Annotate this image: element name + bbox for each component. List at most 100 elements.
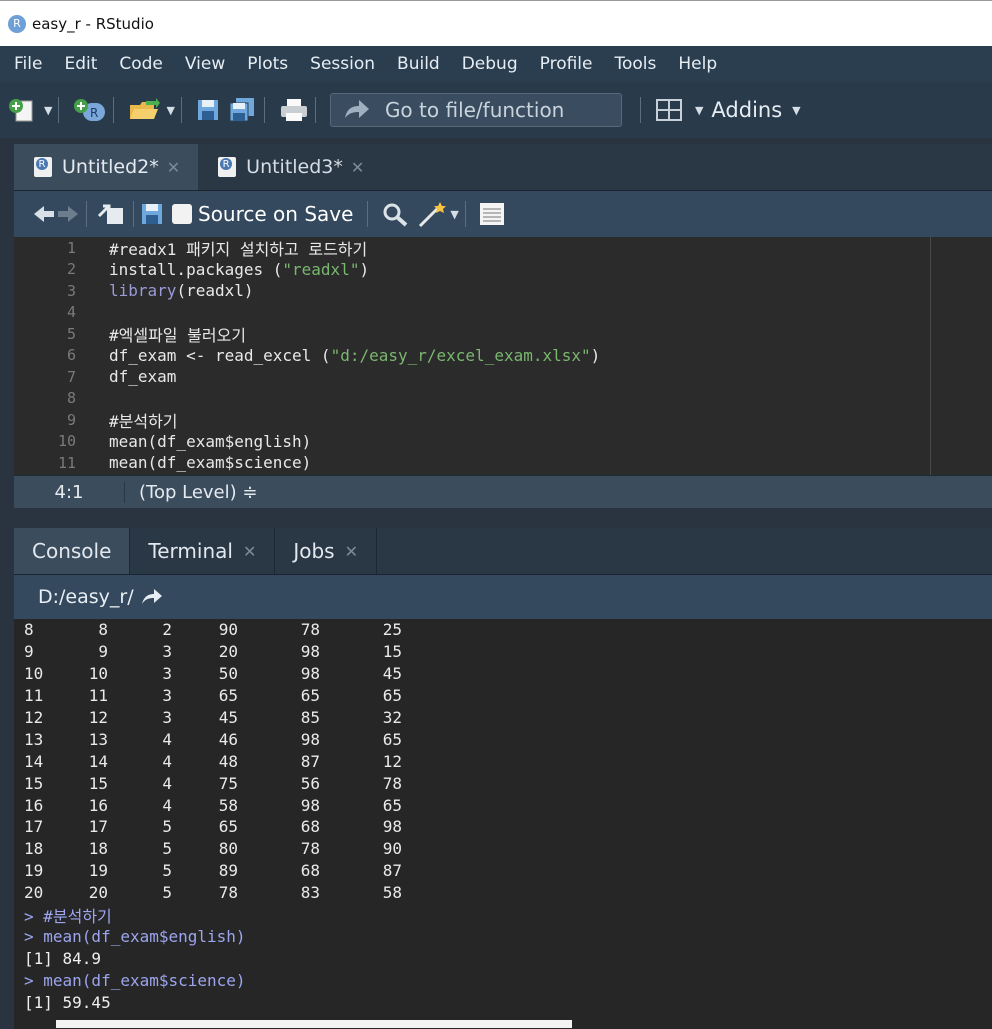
menu-file[interactable]: File — [14, 54, 42, 74]
pane-layout-button[interactable]: ▼ — [655, 98, 703, 122]
table-cell: 78 — [300, 620, 320, 640]
table-cell: 56 — [300, 773, 320, 793]
code-text: #readx1 패키지 설치하고 로드하기 — [109, 239, 368, 259]
table-cell: 18 — [88, 839, 108, 859]
table-cell: 19 — [24, 861, 44, 881]
chevron-down-icon: ▼ — [694, 103, 704, 117]
new-file-button[interactable]: ▼ — [8, 97, 52, 123]
code-editor[interactable]: 1 #readx1 패키지 설치하고 로드하기 2 install.packages … — [14, 237, 992, 475]
line-number: 8 — [66, 389, 76, 408]
magic-wand-icon[interactable] — [416, 200, 450, 228]
menu-plots[interactable]: Plots — [247, 54, 288, 74]
menu-profile[interactable]: Profile — [540, 54, 593, 74]
table-cell: 9 — [98, 642, 108, 662]
table-cell: 18 — [24, 839, 44, 859]
print-button[interactable] — [279, 97, 309, 123]
console-tabs: Console Terminal ✕ Jobs ✕ — [14, 528, 992, 575]
menu-edit[interactable]: Edit — [64, 54, 97, 74]
addins-menu[interactable]: Addins — [711, 98, 782, 122]
save-button[interactable] — [196, 98, 220, 122]
close-icon[interactable]: ✕ — [167, 158, 180, 177]
table-cell: 20 — [88, 883, 108, 903]
open-file-button[interactable]: ▼ — [128, 97, 175, 123]
table-cell: 12 — [24, 708, 44, 727]
margin-guide — [930, 237, 931, 475]
table-cell: 14 — [24, 751, 44, 771]
table-cell: 68 — [300, 817, 320, 837]
table-cell: 5 — [162, 861, 172, 881]
table-cell: 4 — [162, 773, 172, 793]
tab-label: Terminal — [148, 539, 233, 563]
console-command: > mean(df_exam$english) — [24, 926, 246, 946]
search-icon[interactable] — [380, 201, 410, 227]
tab-terminal[interactable]: Terminal ✕ — [130, 528, 276, 574]
divider — [263, 97, 265, 123]
tab-jobs[interactable]: Jobs ✕ — [275, 528, 377, 574]
scope-selector[interactable]: (Top Level) ≑ — [124, 481, 257, 503]
table-cell: 19 — [88, 861, 108, 881]
new-project-icon: R — [74, 99, 106, 121]
table-row: 12 12 3 45 85 32 — [14, 707, 992, 729]
code-text: mean(df_exam$science) — [109, 453, 312, 473]
back-arrow-icon[interactable] — [32, 204, 56, 224]
line-number: 2 — [66, 260, 76, 279]
menu-debug[interactable]: Debug — [462, 54, 518, 74]
table-cell: 65 — [218, 686, 238, 706]
menu-help[interactable]: Help — [678, 54, 717, 74]
svg-text:R: R — [90, 106, 98, 120]
code-line: 3 library(readxl) — [14, 280, 992, 302]
menu-tools[interactable]: Tools — [614, 54, 656, 74]
code-line: 4 — [14, 302, 992, 324]
table-cell: 5 — [162, 817, 172, 837]
table-cell: 20 — [24, 883, 44, 903]
table-row: 16 16 4 58 98 65 — [14, 794, 992, 816]
table-cell: 20 — [218, 642, 238, 662]
close-icon[interactable]: ✕ — [345, 542, 358, 561]
forward-arrow-icon[interactable] — [56, 204, 80, 224]
close-icon[interactable]: ✕ — [351, 158, 364, 177]
tab-untitled2[interactable]: Untitled2* ✕ — [14, 144, 199, 190]
chevron-down-icon: ▼ — [792, 103, 801, 117]
menu-build[interactable]: Build — [397, 54, 440, 74]
table-cell: 17 — [88, 817, 108, 837]
new-project-button[interactable]: R — [73, 97, 107, 123]
menu-session[interactable]: Session — [310, 54, 375, 74]
menu-code[interactable]: Code — [119, 54, 163, 74]
console-command: > #분석하기 — [24, 906, 112, 926]
table-cell: 3 — [162, 708, 172, 727]
tab-untitled3[interactable]: Untitled3* ✕ — [198, 144, 382, 190]
save-icon — [197, 100, 218, 120]
horizontal-scrollbar[interactable] — [56, 1020, 572, 1028]
open-folder-icon — [130, 98, 161, 119]
close-icon[interactable]: ✕ — [243, 542, 256, 561]
table-cell: 10 — [88, 664, 108, 684]
table-cell: 3 — [162, 686, 172, 706]
menu-view[interactable]: View — [185, 54, 225, 74]
cursor-position: 4:1 — [54, 481, 84, 503]
line-number: 4 — [66, 303, 76, 322]
tab-console[interactable]: Console — [14, 528, 131, 574]
table-row: 20 20 5 78 83 58 — [14, 882, 992, 904]
console-output[interactable]: 8 8 2 90 78 25 9 9 3 20 98 15 10 10 3 50 98 45 11 11 3 65 65 65… — [14, 619, 992, 1029]
working-directory-label: D:/easy_r/ — [38, 586, 134, 608]
go-to-file-function-input[interactable]: Go to file/function — [329, 93, 622, 127]
table-cell: 65 — [300, 686, 320, 706]
source-on-save-checkbox[interactable] — [172, 204, 192, 224]
table-row: 9 9 3 20 98 15 — [14, 641, 992, 663]
code-line: 10 mean(df_exam$english) — [14, 431, 992, 453]
go-to-directory-icon[interactable] — [140, 588, 164, 606]
table-cell: 15 — [88, 773, 108, 793]
table-cell: 58 — [382, 883, 402, 903]
table-cell: 83 — [300, 883, 320, 903]
code-line: 1 #readx1 패키지 설치하고 로드하기 — [14, 237, 992, 259]
table-cell: 16 — [24, 795, 44, 815]
show-in-window-icon[interactable] — [97, 202, 127, 226]
table-cell: 78 — [218, 883, 238, 903]
code-text: df_exam — [109, 367, 177, 387]
save-all-button[interactable] — [228, 97, 258, 123]
table-cell: 85 — [300, 708, 320, 727]
save-icon[interactable] — [140, 202, 164, 226]
editor-tabs: Untitled2* ✕ Untitled3* ✕ — [14, 144, 992, 191]
divider — [58, 97, 60, 123]
compile-report-icon[interactable] — [478, 201, 506, 227]
